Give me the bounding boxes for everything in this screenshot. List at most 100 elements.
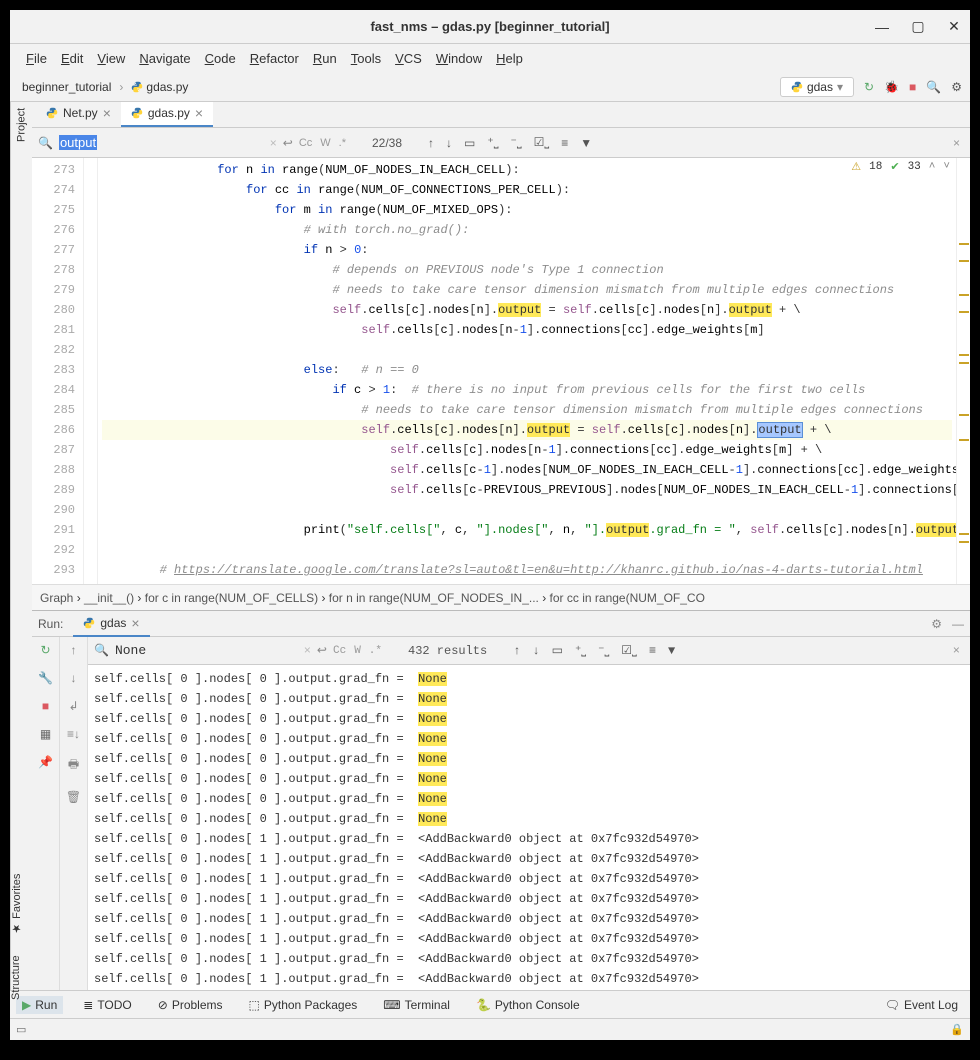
close-run-tab-icon[interactable]: × bbox=[131, 615, 139, 631]
ctx-crumb[interactable]: for cc in range(NUM_OF_CO bbox=[550, 591, 705, 605]
ctx-crumb[interactable]: __init__() bbox=[84, 591, 134, 605]
structure-tool-button[interactable]: Structure bbox=[10, 955, 23, 1000]
status-left-icon[interactable]: ▭ bbox=[16, 1023, 26, 1036]
regex-toggle[interactable]: .* bbox=[339, 137, 346, 149]
filter-settings-icon[interactable]: ≡ bbox=[649, 644, 656, 658]
menu-code[interactable]: Code bbox=[199, 47, 242, 70]
menu-run[interactable]: Run bbox=[307, 47, 343, 70]
history-icon[interactable]: ↩ bbox=[317, 643, 327, 658]
regex-toggle[interactable]: .* bbox=[369, 645, 382, 657]
wrench-icon[interactable]: 🔧 bbox=[38, 671, 53, 685]
inspection-widget[interactable]: ⚠18 ✔33 ˄ ˅ bbox=[847, 160, 954, 174]
stop-icon[interactable]: ■ bbox=[909, 80, 916, 94]
editor-tab[interactable]: Net.py× bbox=[36, 102, 121, 127]
error-stripe[interactable] bbox=[956, 158, 970, 584]
search-icon: 🔍 bbox=[38, 136, 53, 150]
run-tool-button[interactable]: ▶Run bbox=[16, 996, 63, 1014]
favorites-tool-button[interactable]: ★ Favorites bbox=[10, 874, 23, 935]
add-selection-icon[interactable]: ⁺⎵ bbox=[487, 135, 498, 150]
select-occurrence-icon[interactable]: ▭ bbox=[552, 643, 563, 658]
ctx-crumb[interactable]: for c in range(NUM_OF_CELLS) bbox=[145, 591, 318, 605]
history-icon[interactable]: ↩ bbox=[283, 136, 293, 150]
python-console-button[interactable]: 🐍Python Console bbox=[470, 996, 586, 1014]
clear-search-icon[interactable]: × bbox=[270, 136, 277, 150]
run-settings-icon[interactable]: ⚙ bbox=[931, 617, 942, 631]
menu-file[interactable]: File bbox=[20, 47, 53, 70]
todo-tool-button[interactable]: ≣TODO bbox=[77, 996, 138, 1014]
select-all-icon[interactable]: ☑⎵ bbox=[621, 643, 637, 658]
debug-icon[interactable]: 🐞 bbox=[884, 80, 899, 94]
menu-tools[interactable]: Tools bbox=[345, 47, 387, 70]
event-log-button[interactable]: 🗨Event Log bbox=[879, 996, 964, 1014]
scroll-end-icon[interactable]: ≡↓ bbox=[67, 727, 80, 741]
match-case-toggle[interactable]: Cc bbox=[299, 137, 312, 149]
stop-run-icon[interactable]: ■ bbox=[42, 699, 49, 713]
filter-settings-icon[interactable]: ≡ bbox=[561, 136, 568, 150]
problems-tool-button[interactable]: ⊘Problems bbox=[152, 996, 229, 1014]
select-occurrence-icon[interactable]: ▭ bbox=[464, 136, 475, 150]
settings-icon[interactable]: ⚙ bbox=[951, 80, 962, 94]
clear-icon[interactable]: 🗑 bbox=[66, 790, 81, 804]
run-search-input[interactable]: None bbox=[115, 643, 195, 658]
up-stack-icon[interactable]: ↑ bbox=[71, 643, 77, 657]
words-toggle[interactable]: W bbox=[320, 137, 330, 149]
menu-view[interactable]: View bbox=[91, 47, 131, 70]
layout-icon[interactable]: ▦ bbox=[40, 727, 51, 741]
next-match-icon[interactable]: ↓ bbox=[532, 644, 539, 658]
menu-window[interactable]: Window bbox=[430, 47, 488, 70]
filter-icon[interactable]: ▼ bbox=[668, 644, 675, 658]
close-button[interactable]: ✕ bbox=[946, 19, 962, 35]
add-selection-icon[interactable]: ⁺⎵ bbox=[575, 643, 586, 658]
rerun-icon[interactable]: ↻ bbox=[40, 643, 50, 657]
project-tool-button[interactable]: Project bbox=[16, 108, 28, 142]
prev-match-icon[interactable]: ↑ bbox=[513, 644, 520, 658]
status-right-icon[interactable]: 🔒 bbox=[950, 1023, 964, 1036]
ctx-crumb[interactable]: for n in range(NUM_OF_NODES_IN_... bbox=[329, 591, 539, 605]
fold-gutter[interactable] bbox=[84, 158, 98, 584]
prev-match-icon[interactable]: ↑ bbox=[428, 136, 434, 150]
context-breadcrumb[interactable]: Graph › __init__() › for c in range(NUM_… bbox=[32, 584, 970, 610]
clear-search-icon[interactable]: × bbox=[304, 644, 311, 658]
minimize-button[interactable]: — bbox=[874, 19, 890, 35]
python-packages-button[interactable]: ⬚Python Packages bbox=[243, 996, 364, 1014]
run-output[interactable]: self.cells[ 0 ].nodes[ 0 ].output.grad_f… bbox=[88, 665, 970, 990]
breadcrumb[interactable]: beginner_tutorial › gdas.py bbox=[18, 78, 192, 96]
close-search-icon[interactable]: × bbox=[943, 644, 970, 658]
run-tab[interactable]: gdas × bbox=[73, 611, 149, 637]
code-editor[interactable]: ⚠18 ✔33 ˄ ˅ 2732742752762772782792802812… bbox=[32, 158, 970, 584]
menu-refactor[interactable]: Refactor bbox=[244, 47, 305, 70]
select-all-icon[interactable]: ☑⎵ bbox=[534, 135, 550, 150]
up-icon[interactable]: ˄ bbox=[929, 161, 936, 173]
pin-icon[interactable]: 📌 bbox=[38, 755, 53, 769]
hide-run-icon[interactable]: — bbox=[952, 617, 964, 631]
menu-help[interactable]: Help bbox=[490, 47, 529, 70]
print-icon[interactable]: 🖶 bbox=[68, 755, 79, 776]
remove-selection-icon[interactable]: ⁻⎵ bbox=[511, 135, 522, 150]
search-everywhere-icon[interactable]: 🔍 bbox=[926, 80, 941, 94]
match-case-toggle[interactable]: Cc bbox=[333, 645, 346, 657]
terminal-tool-button[interactable]: ⌨Terminal bbox=[377, 996, 456, 1014]
words-toggle[interactable]: W bbox=[354, 645, 361, 657]
menu-navigate[interactable]: Navigate bbox=[133, 47, 196, 70]
editor-tab[interactable]: gdas.py× bbox=[121, 102, 213, 127]
close-search-icon[interactable]: × bbox=[943, 136, 970, 150]
breadcrumb-project[interactable]: beginner_tutorial bbox=[18, 78, 115, 96]
next-match-icon[interactable]: ↓ bbox=[446, 136, 452, 150]
close-tab-icon[interactable]: × bbox=[195, 105, 203, 121]
breadcrumb-file[interactable]: gdas.py bbox=[127, 78, 192, 96]
run-config-selector[interactable]: gdas ▾ bbox=[780, 77, 854, 97]
filter-icon[interactable]: ▼ bbox=[580, 136, 592, 150]
menu-edit[interactable]: Edit bbox=[55, 47, 89, 70]
maximize-button[interactable]: ▢ bbox=[910, 19, 926, 35]
down-stack-icon[interactable]: ↓ bbox=[71, 671, 77, 685]
ctx-crumb[interactable]: Graph bbox=[40, 591, 73, 605]
search-input[interactable]: output bbox=[59, 135, 139, 150]
remove-selection-icon[interactable]: ⁻⎵ bbox=[598, 643, 609, 658]
line-number-gutter[interactable]: 2732742752762772782792802812822832842852… bbox=[32, 158, 84, 584]
down-icon[interactable]: ˅ bbox=[943, 161, 950, 173]
menu-vcs[interactable]: VCS bbox=[389, 47, 428, 70]
rerun-icon[interactable]: ↻ bbox=[864, 80, 874, 94]
close-tab-icon[interactable]: × bbox=[103, 105, 111, 121]
soft-wrap-icon[interactable]: ↲ bbox=[68, 699, 78, 713]
code-area[interactable]: for n in range(NUM_OF_NODES_IN_EACH_CELL… bbox=[98, 158, 956, 584]
